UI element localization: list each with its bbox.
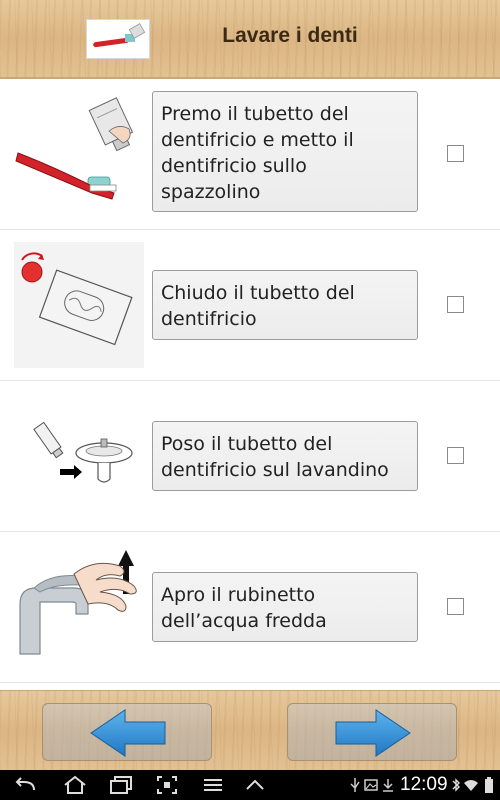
recent-apps-icon[interactable] [104,770,138,800]
step-button[interactable]: Apro il rubinetto dell’acqua fredda [152,572,418,642]
battery-icon [482,770,496,800]
step-row: Poso il tubetto del dentifricio sul lava… [0,381,500,532]
download-icon [380,770,396,800]
step-row: Chiudo il tubetto del dentifricio [0,230,500,381]
arrow-left-icon [90,709,166,757]
step-button[interactable]: Poso il tubetto del dentifricio sul lava… [152,421,418,491]
header-bar: Lavare i denti [0,0,500,79]
page-title: Lavare i denti [222,24,358,47]
up-icon[interactable] [238,770,272,800]
step-checkbox[interactable] [447,145,464,162]
home-icon[interactable] [58,770,92,800]
previous-button[interactable] [42,703,212,761]
next-button[interactable] [287,703,457,761]
arrow-right-icon [335,709,411,757]
close-toothpaste-cap-icon [14,242,144,368]
toothpaste-to-sink-icon [14,393,144,519]
back-icon[interactable] [8,770,42,800]
screenshot-icon[interactable] [150,770,184,800]
steps-list[interactable]: Premo il tubetto del dentifricio e metto… [0,79,500,690]
system-navigation-bar: 12:09 [0,770,500,800]
image-icon [363,770,379,800]
usb-icon [348,770,362,800]
step-checkbox[interactable] [447,598,464,615]
step-button[interactable]: Premo il tubetto del dentifricio e metto… [152,91,418,212]
step-row: Apro il rubinetto dell’acqua fredda [0,532,500,683]
clock: 12:09 [400,774,448,795]
menu-icon[interactable] [196,770,230,800]
step-button[interactable]: Chiudo il tubetto del dentifricio [152,270,418,340]
step-row: Premo il tubetto del dentifricio e metto… [0,79,500,230]
step-checkbox[interactable] [447,296,464,313]
wifi-icon [462,770,480,800]
footer-bar [0,690,500,771]
step-checkbox[interactable] [447,447,464,464]
open-tap-icon [14,544,144,670]
toothpaste-on-brush-icon [14,91,144,217]
bluetooth-icon [450,770,462,800]
toothbrush-icon [86,19,150,59]
